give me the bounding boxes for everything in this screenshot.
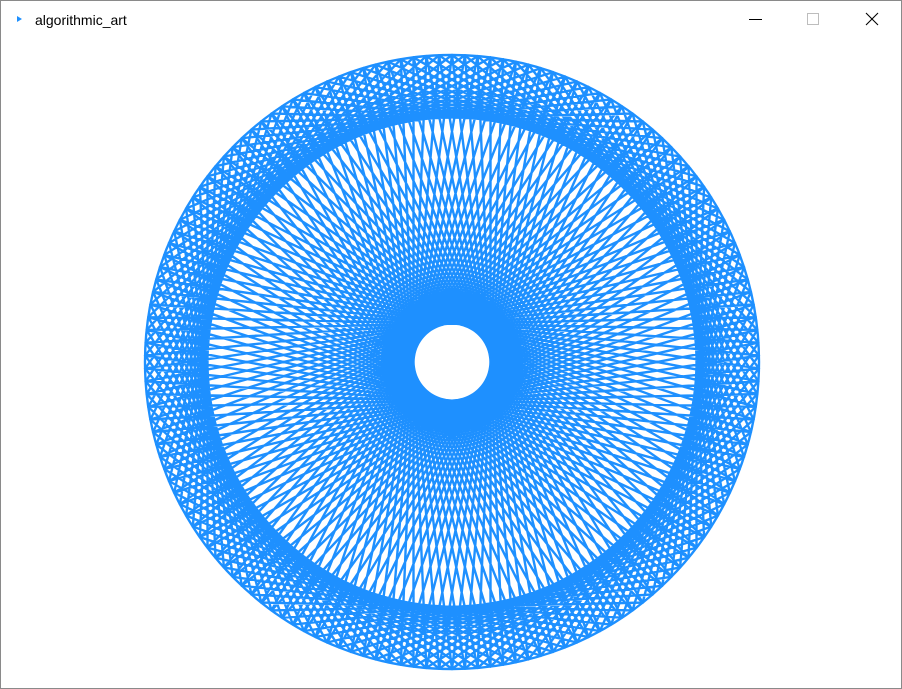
window-title: algorithmic_art: [35, 12, 127, 28]
drawing-canvas[interactable]: [1, 37, 901, 688]
play-triangle-icon: [17, 16, 22, 22]
minimize-button[interactable]: [726, 1, 784, 37]
minimize-icon: [749, 19, 762, 20]
maximize-icon: [807, 13, 819, 25]
maximize-button[interactable]: [784, 1, 842, 37]
chord-lines: [143, 53, 761, 671]
circle-line-art: [143, 53, 761, 671]
close-icon: [865, 12, 879, 26]
close-button[interactable]: [842, 1, 900, 37]
title-bar[interactable]: algorithmic_art: [1, 1, 901, 37]
app-window: algorithmic_art: [0, 0, 902, 689]
